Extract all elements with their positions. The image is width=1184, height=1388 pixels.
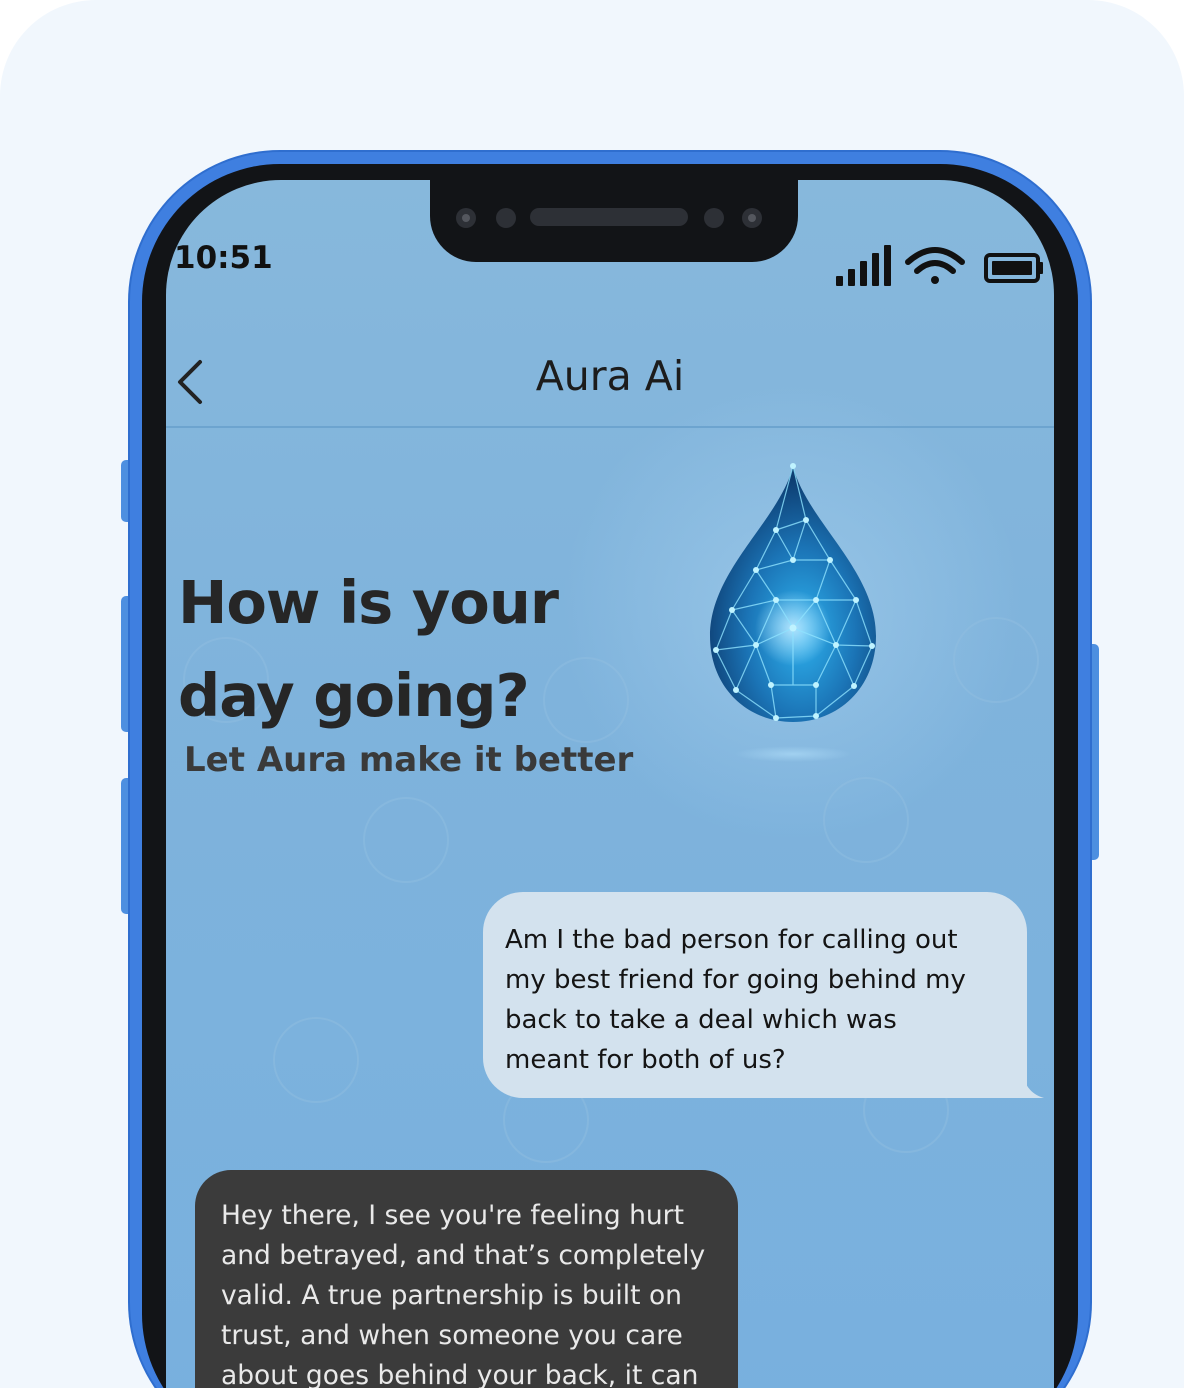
front-camera bbox=[742, 208, 762, 228]
water-drop-icon bbox=[710, 463, 876, 762]
page-title: Aura Ai bbox=[535, 352, 685, 400]
message-line: and betrayed, and that’s completely bbox=[221, 1240, 706, 1271]
message-line: my best friend for going behind my bbox=[505, 965, 966, 995]
hero-subheadline: Let Aura make it better bbox=[184, 740, 634, 780]
message-line: meant for both of us? bbox=[505, 1045, 786, 1075]
message-line: valid. A true partnership is built on bbox=[221, 1280, 682, 1311]
signal-icon bbox=[836, 245, 891, 286]
sensor-dot bbox=[496, 208, 516, 228]
message-line: trust, and when someone you care bbox=[221, 1320, 683, 1351]
message-line: Am I the bad person for calling out bbox=[505, 925, 958, 955]
hero-headline-line: How is your bbox=[178, 568, 559, 637]
battery-icon bbox=[984, 253, 1043, 283]
message-line: Hey there, I see you're feeling hurt bbox=[221, 1200, 684, 1231]
wifi-icon bbox=[905, 247, 965, 284]
message-line: back to take a deal which was bbox=[505, 1005, 897, 1035]
earpiece-speaker bbox=[530, 208, 688, 226]
sensor-dot bbox=[456, 208, 476, 228]
sensor-dot bbox=[704, 208, 724, 228]
ai-message-bubble: Hey there, I see you're feeling hurt and… bbox=[195, 1170, 738, 1388]
hero-headline: How is your day going? bbox=[178, 556, 698, 742]
user-message-bubble: Am I the bad person for calling out my b… bbox=[483, 892, 1027, 1098]
status-time: 10:51 bbox=[174, 240, 273, 276]
user-bubble-tail bbox=[1020, 1068, 1044, 1098]
hero-headline-line: day going? bbox=[178, 661, 530, 730]
status-icons bbox=[836, 245, 1043, 286]
phone-notch bbox=[430, 168, 798, 262]
message-line: about goes behind your back, it can bbox=[221, 1360, 699, 1388]
header-divider bbox=[166, 426, 1054, 428]
background-card: 10:51 Aura Ai How is your day going? Let… bbox=[0, 0, 1184, 1388]
